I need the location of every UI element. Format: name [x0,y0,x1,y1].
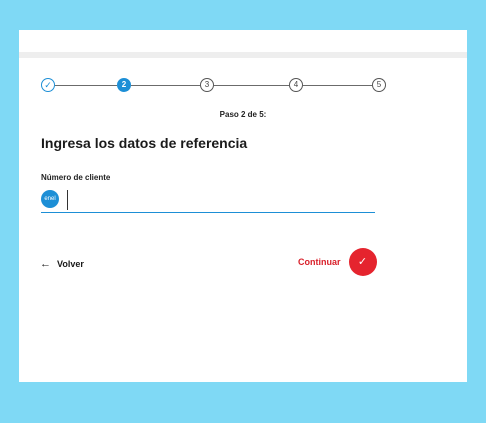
continue-button[interactable]: Continuar ✓ [298,248,377,276]
step-4: 4 [289,78,303,92]
step-3: 3 [200,78,214,92]
client-number-field: enel [41,188,375,213]
page-title: Ingresa los datos de referencia [41,135,248,151]
step-5: 5 [372,78,386,92]
client-number-input[interactable] [67,190,374,210]
continue-label: Continuar [298,257,341,267]
stepper-connector [303,85,372,86]
back-label: Volver [57,259,84,269]
back-button[interactable]: ← Volver [40,258,84,270]
form-card: ✓ 2 3 4 5 Paso 2 de 5: Ingresa los datos… [19,30,467,382]
step-2-current: 2 [117,78,131,92]
step-1-complete-icon: ✓ [41,78,55,92]
client-number-label: Número de cliente [41,173,111,182]
card-divider [19,52,467,58]
card-header [19,30,467,52]
stepper-connector [131,85,200,86]
checkmark-icon[interactable]: ✓ [348,248,377,276]
arrow-left-icon: ← [40,258,51,270]
stepper-connector [55,85,117,86]
progress-stepper: ✓ 2 3 4 5 [41,78,386,94]
enel-logo-icon: enel [41,190,59,208]
stepper-connector [214,85,289,86]
step-caption: Paso 2 de 5: [219,110,267,119]
